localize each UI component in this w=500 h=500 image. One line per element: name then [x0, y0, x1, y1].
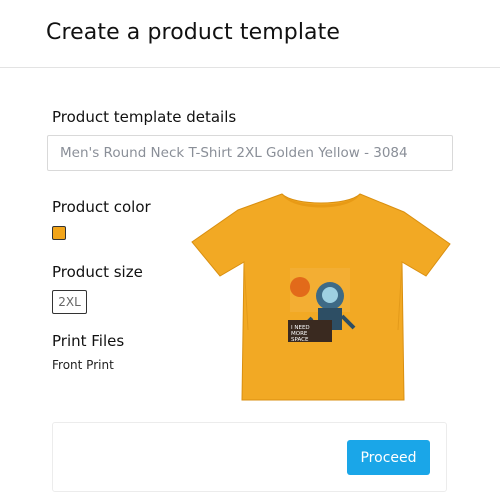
- tshirt-preview-image: I NEED MORE SPACE: [190, 190, 452, 402]
- size-chip-2xl[interactable]: 2XL: [52, 290, 87, 314]
- product-color-label: Product color: [52, 198, 151, 216]
- color-swatch-golden-yellow[interactable]: [52, 226, 66, 240]
- page-title: Create a product template: [46, 20, 340, 45]
- graphic-text-line3: SPACE: [291, 337, 309, 343]
- print-files-label: Print Files: [52, 332, 125, 350]
- front-print-item: Front Print: [52, 358, 114, 372]
- product-size-label: Product size: [52, 263, 143, 281]
- template-details-label: Product template details: [52, 108, 237, 126]
- template-name-input[interactable]: [47, 135, 453, 171]
- proceed-button[interactable]: Proceed: [347, 440, 430, 475]
- tshirt-illustration: I NEED MORE SPACE: [191, 193, 451, 401]
- page-header: Create a product template: [0, 0, 500, 68]
